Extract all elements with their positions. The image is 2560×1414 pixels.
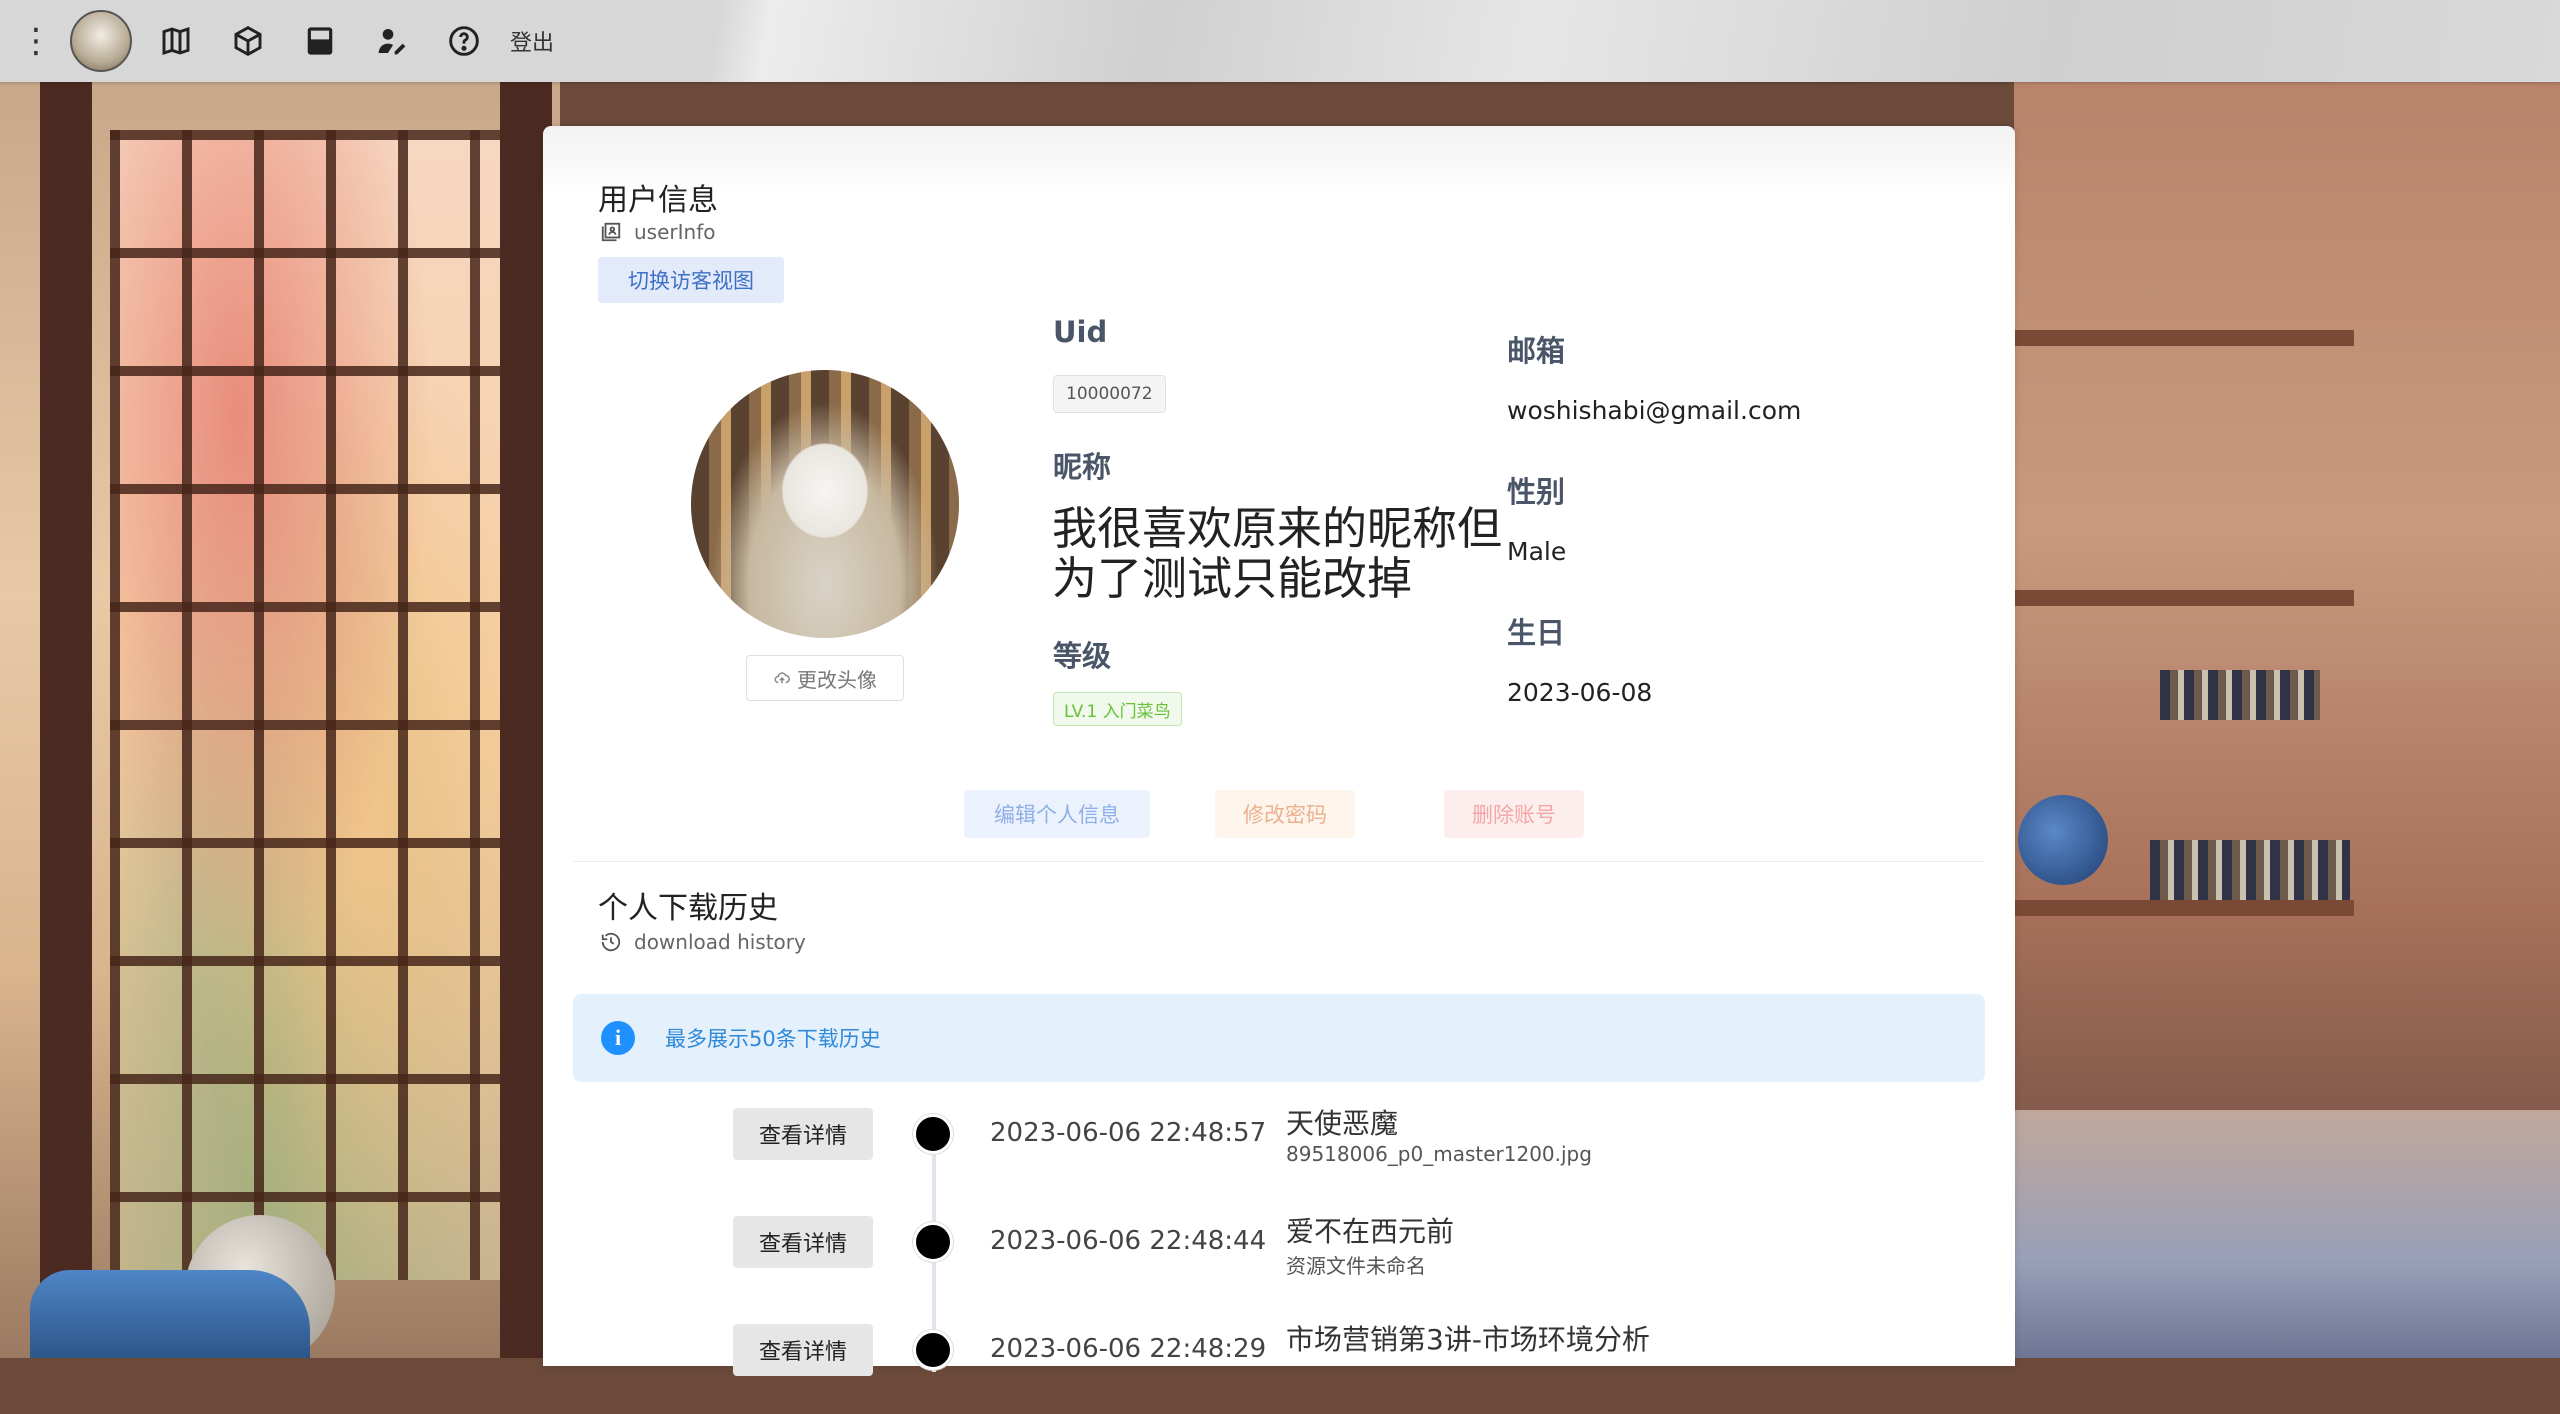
background-window-grid [110, 130, 540, 1280]
nickname-label: 昵称 [1053, 450, 1112, 484]
background-books [2160, 670, 2320, 720]
view-details-button[interactable]: 查看详情 [733, 1324, 873, 1376]
background-shelf [2014, 330, 2354, 346]
user-edit-icon[interactable] [356, 0, 428, 82]
background-shelf [2014, 900, 2354, 916]
cloud-upload-icon [774, 672, 790, 684]
section-divider [573, 861, 1985, 862]
view-details-button[interactable]: 查看详情 [733, 1108, 873, 1160]
map-icon[interactable] [140, 0, 212, 82]
switch-visitor-view-button[interactable]: 切换访客视图 [598, 257, 784, 303]
timeline-dot [913, 1114, 953, 1154]
timeline-dot [913, 1330, 953, 1370]
birthday-label: 生日 [1507, 616, 1566, 650]
timeline-title: 爱不在西元前 [1286, 1215, 1455, 1248]
gender-value: Male [1507, 537, 1567, 566]
timeline-title: 市场营销第3讲-市场环境分析 [1286, 1323, 1650, 1356]
user-info-subtitle: userInfo [600, 220, 715, 244]
timeline-title: 天使恶魔 [1286, 1107, 1399, 1140]
user-info-title: 用户信息 [598, 183, 718, 218]
level-value-tag: LV.1 入门菜鸟 [1053, 692, 1182, 726]
logout-link[interactable]: 登出 [510, 0, 554, 82]
level-label: 等级 [1053, 639, 1112, 673]
timeline-file-name: 89518006_p0_master1200.jpg [1286, 1142, 1592, 1166]
uid-label: Uid [1053, 315, 1108, 349]
background-books [2150, 840, 2350, 900]
edit-profile-button[interactable]: 编辑个人信息 [964, 790, 1150, 838]
background-globe [2018, 795, 2108, 885]
timeline-file-name: 资源文件未命名 [1286, 1254, 1426, 1278]
background-post [40, 82, 92, 1358]
history-icon [601, 932, 621, 952]
email-value: woshishabi@gmail.com [1507, 396, 1802, 425]
timeline-item: 查看详情 2023-06-06 22:48:44 爱不在西元前 资源文件未命名 [543, 1215, 2015, 1306]
change-avatar-button[interactable]: 更改头像 [746, 655, 904, 701]
archive-icon[interactable] [284, 0, 356, 82]
more-vertical-icon[interactable]: ⋮ [19, 0, 53, 82]
history-info-text: 最多展示50条下载历史 [665, 1027, 881, 1051]
email-label: 邮箱 [1507, 334, 1566, 368]
download-history-subtitle-text: download history [634, 930, 806, 954]
background-floor [2014, 1110, 2560, 1358]
uid-value-tag: 10000072 [1053, 375, 1166, 413]
timeline-item: 查看详情 2023-06-06 22:48:57 天使恶魔 89518006_p… [543, 1107, 2015, 1198]
timeline-time: 2023-06-06 22:48:29 [990, 1334, 1267, 1364]
download-history-subtitle: download history [600, 930, 806, 954]
gender-label: 性别 [1507, 475, 1566, 509]
change-password-button[interactable]: 修改密码 [1215, 790, 1355, 838]
site-logo-avatar[interactable] [70, 10, 132, 72]
change-avatar-label: 更改头像 [797, 667, 877, 692]
view-details-button[interactable]: 查看详情 [733, 1216, 873, 1268]
nickname-value: 我很喜欢原来的昵称但为了测试只能改掉 [1052, 502, 1503, 605]
user-avatar [691, 370, 959, 638]
birthday-value: 2023-06-08 [1507, 678, 1653, 707]
user-info-subtitle-text: userInfo [634, 220, 716, 244]
help-icon[interactable] [428, 0, 500, 82]
cube-icon[interactable] [212, 0, 284, 82]
user-profile-card: 用户信息 userInfo 切换访客视图 更改头像 Uid 10000072 昵… [543, 126, 2015, 1376]
timeline-dot [913, 1222, 953, 1262]
timeline-time: 2023-06-06 22:48:57 [990, 1118, 1267, 1148]
background-bag [30, 1270, 310, 1358]
id-card-icon [601, 222, 621, 242]
delete-account-button[interactable]: 删除账号 [1444, 790, 1584, 838]
info-icon: i [601, 1021, 635, 1055]
download-history-title: 个人下载历史 [598, 891, 778, 926]
top-navigation-bar: ⋮ 登出 [0, 0, 2560, 82]
timeline-item: 查看详情 2023-06-06 22:48:29 市场营销第3讲-市场环境分析 [543, 1323, 2015, 1414]
history-info-alert: i 最多展示50条下载历史 [573, 994, 1985, 1082]
background-shelf [2014, 590, 2354, 606]
timeline-time: 2023-06-06 22:48:44 [990, 1226, 1267, 1256]
